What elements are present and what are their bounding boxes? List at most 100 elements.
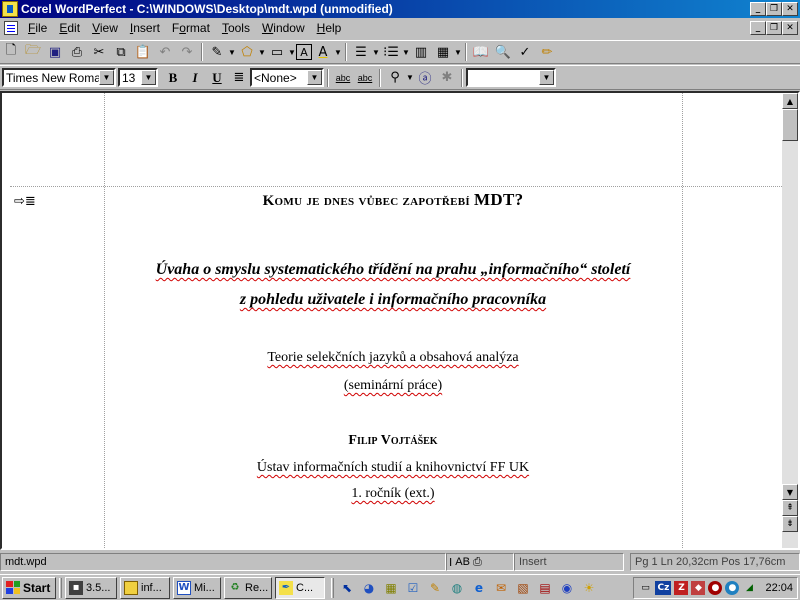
style-select[interactable]: <None> ▼: [250, 68, 324, 87]
cursor-icon[interactable]: Ⅰ: [449, 556, 452, 569]
edit-icon[interactable]: ✎: [425, 578, 445, 598]
shapes-icon[interactable]: ⬠: [236, 42, 258, 63]
paragraph-marker-icon[interactable]: ⇨≣: [14, 194, 36, 209]
ie-icon[interactable]: e: [469, 578, 489, 598]
doc-close-button[interactable]: ✕: [782, 21, 798, 35]
menu-window[interactable]: Window: [256, 21, 311, 35]
taskbar-button-folder[interactable]: inf...: [120, 576, 170, 599]
print-icon[interactable]: ⎙: [66, 42, 88, 63]
course-name[interactable]: Teorie selekčních jazyků a obsahová anal…: [104, 350, 682, 366]
redo-icon[interactable]: ↷: [176, 42, 198, 63]
monitor-icon[interactable]: ▭: [638, 581, 652, 595]
prompt-as-you-go-icon[interactable]: ⚲: [384, 67, 406, 88]
check-icon[interactable]: ☑: [403, 578, 423, 598]
document-heading[interactable]: Komu je dnes vůbec zapotřebí MDT?: [104, 190, 682, 210]
institute-name[interactable]: Ústav informačních studií a knihovnictví…: [104, 460, 682, 476]
network-icon[interactable]: ◆: [691, 580, 706, 595]
doc-minimize-button[interactable]: _: [750, 21, 766, 35]
chevron-down-icon[interactable]: ▼: [99, 70, 114, 85]
ab-label[interactable]: AB: [455, 556, 470, 568]
taskbar-button-word[interactable]: W Mi...: [173, 576, 221, 599]
media-icon[interactable]: ◕: [359, 578, 379, 598]
minimize-button[interactable]: _: [750, 2, 766, 16]
vertical-scrollbar[interactable]: ▲ ▼ ⇞ ⇟: [782, 93, 798, 548]
highlight-icon[interactable]: ✎: [206, 42, 228, 63]
printer-icon[interactable]: ⎙: [473, 555, 482, 569]
menu-file[interactable]: File: [22, 21, 53, 35]
cut-icon[interactable]: ✂: [88, 42, 110, 63]
symbols-icon[interactable]: ✱: [436, 67, 458, 88]
restore-button[interactable]: ❐: [766, 2, 782, 16]
scroll-down-button[interactable]: ▼: [782, 484, 798, 500]
start-button[interactable]: Start: [2, 576, 56, 599]
menu-insert[interactable]: Insert: [124, 21, 166, 35]
copy-icon[interactable]: ⧉: [110, 42, 132, 63]
taskbar-button-corel[interactable]: ✒ C...: [275, 576, 325, 599]
subtitle-line-2[interactable]: z pohledu uživatele i informačního praco…: [104, 291, 682, 309]
chevron-down-icon[interactable]: ▼: [454, 48, 462, 57]
chevron-down-icon[interactable]: ▼: [334, 48, 342, 57]
text-box-icon[interactable]: A: [296, 44, 312, 60]
arrow-icon[interactable]: ⬉: [337, 578, 357, 598]
table-icon[interactable]: ▦: [432, 42, 454, 63]
open-folder-icon[interactable]: 🗁: [22, 42, 44, 63]
save-icon[interactable]: ▣: [44, 42, 66, 63]
italic-button[interactable]: I: [184, 67, 206, 88]
bold-button[interactable]: B: [162, 67, 184, 88]
sun-icon[interactable]: ☀: [579, 578, 599, 598]
close-button[interactable]: ✕: [782, 2, 798, 16]
grammar-abc-icon[interactable]: abc: [354, 67, 376, 88]
doc-restore-button[interactable]: ❐: [766, 21, 782, 35]
menu-format[interactable]: Format: [166, 21, 216, 35]
spell-check-icon[interactable]: ✓: [514, 42, 536, 63]
underline-button[interactable]: U: [206, 67, 228, 88]
columns-icon[interactable]: ▥: [410, 42, 432, 63]
next-page-button[interactable]: ⇟: [782, 516, 798, 532]
paste-icon[interactable]: 📋: [132, 42, 154, 63]
paint-icon[interactable]: ▧: [513, 578, 533, 598]
chevron-down-icon[interactable]: ▼: [402, 48, 410, 57]
taskbar-button-recycle[interactable]: ♻ Re...: [224, 576, 272, 599]
chevron-down-icon[interactable]: ▼: [372, 48, 380, 57]
justify-button[interactable]: ≣: [228, 67, 250, 88]
border-icon[interactable]: ▭: [266, 42, 288, 63]
menu-edit[interactable]: Edit: [53, 21, 86, 35]
bullets-icon[interactable]: ⁝☰: [380, 42, 402, 63]
volume-icon[interactable]: ●: [708, 580, 723, 595]
menu-help[interactable]: Help: [311, 21, 348, 35]
numbering-icon[interactable]: ☰: [350, 42, 372, 63]
status-filename[interactable]: mdt.wpd: [0, 553, 446, 571]
font-color-icon[interactable]: A: [312, 42, 334, 63]
globe-icon[interactable]: ◍: [447, 578, 467, 598]
document-page[interactable]: ⇨≣ Komu je dnes vůbec zapotřebí MDT? Úva…: [10, 93, 782, 548]
zoom-icon[interactable]: 🔍: [492, 42, 514, 63]
language-indicator[interactable]: Cz: [655, 580, 672, 595]
menu-tools[interactable]: Tools: [216, 21, 256, 35]
spell-abc-icon[interactable]: abc: [332, 67, 354, 88]
connection-icon[interactable]: ◢: [742, 581, 756, 595]
clock[interactable]: 22:04: [765, 582, 793, 594]
status-position[interactable]: Pg 1 Ln 20,32cm Pos 17,76cm: [630, 553, 800, 571]
subtitle-line-1[interactable]: Úvaha o smyslu systematického třídění na…: [104, 261, 682, 279]
undo-icon[interactable]: ↶: [154, 42, 176, 63]
menu-view[interactable]: View: [86, 21, 124, 35]
update-icon[interactable]: ●: [725, 580, 740, 595]
chat-icon[interactable]: ◉: [557, 578, 577, 598]
document-control-icon[interactable]: [4, 21, 18, 35]
font-name-select[interactable]: Times New Roman ▼: [2, 68, 116, 87]
font-size-select[interactable]: 13 ▼: [118, 68, 158, 87]
corel-app-icon[interactable]: [2, 1, 18, 17]
book-icon[interactable]: 📖: [470, 42, 492, 63]
chevron-down-icon[interactable]: ▼: [288, 48, 296, 57]
chevron-down-icon[interactable]: ▼: [307, 70, 322, 85]
antivirus-icon[interactable]: Z: [674, 580, 689, 595]
title-bar[interactable]: Corel WordPerfect - C:\WINDOWS\Desktop\m…: [0, 0, 800, 18]
chevron-down-icon[interactable]: ▼: [258, 48, 266, 57]
status-insert-mode[interactable]: Insert: [514, 553, 624, 571]
chevron-down-icon[interactable]: ▼: [141, 70, 156, 85]
paper-type[interactable]: (seminární práce): [104, 378, 682, 394]
previous-page-button[interactable]: ⇞: [782, 500, 798, 516]
scroll-thumb[interactable]: [782, 109, 798, 141]
author-name[interactable]: Filip Vojtášek: [104, 433, 682, 449]
chevron-down-icon[interactable]: ▼: [406, 73, 414, 82]
